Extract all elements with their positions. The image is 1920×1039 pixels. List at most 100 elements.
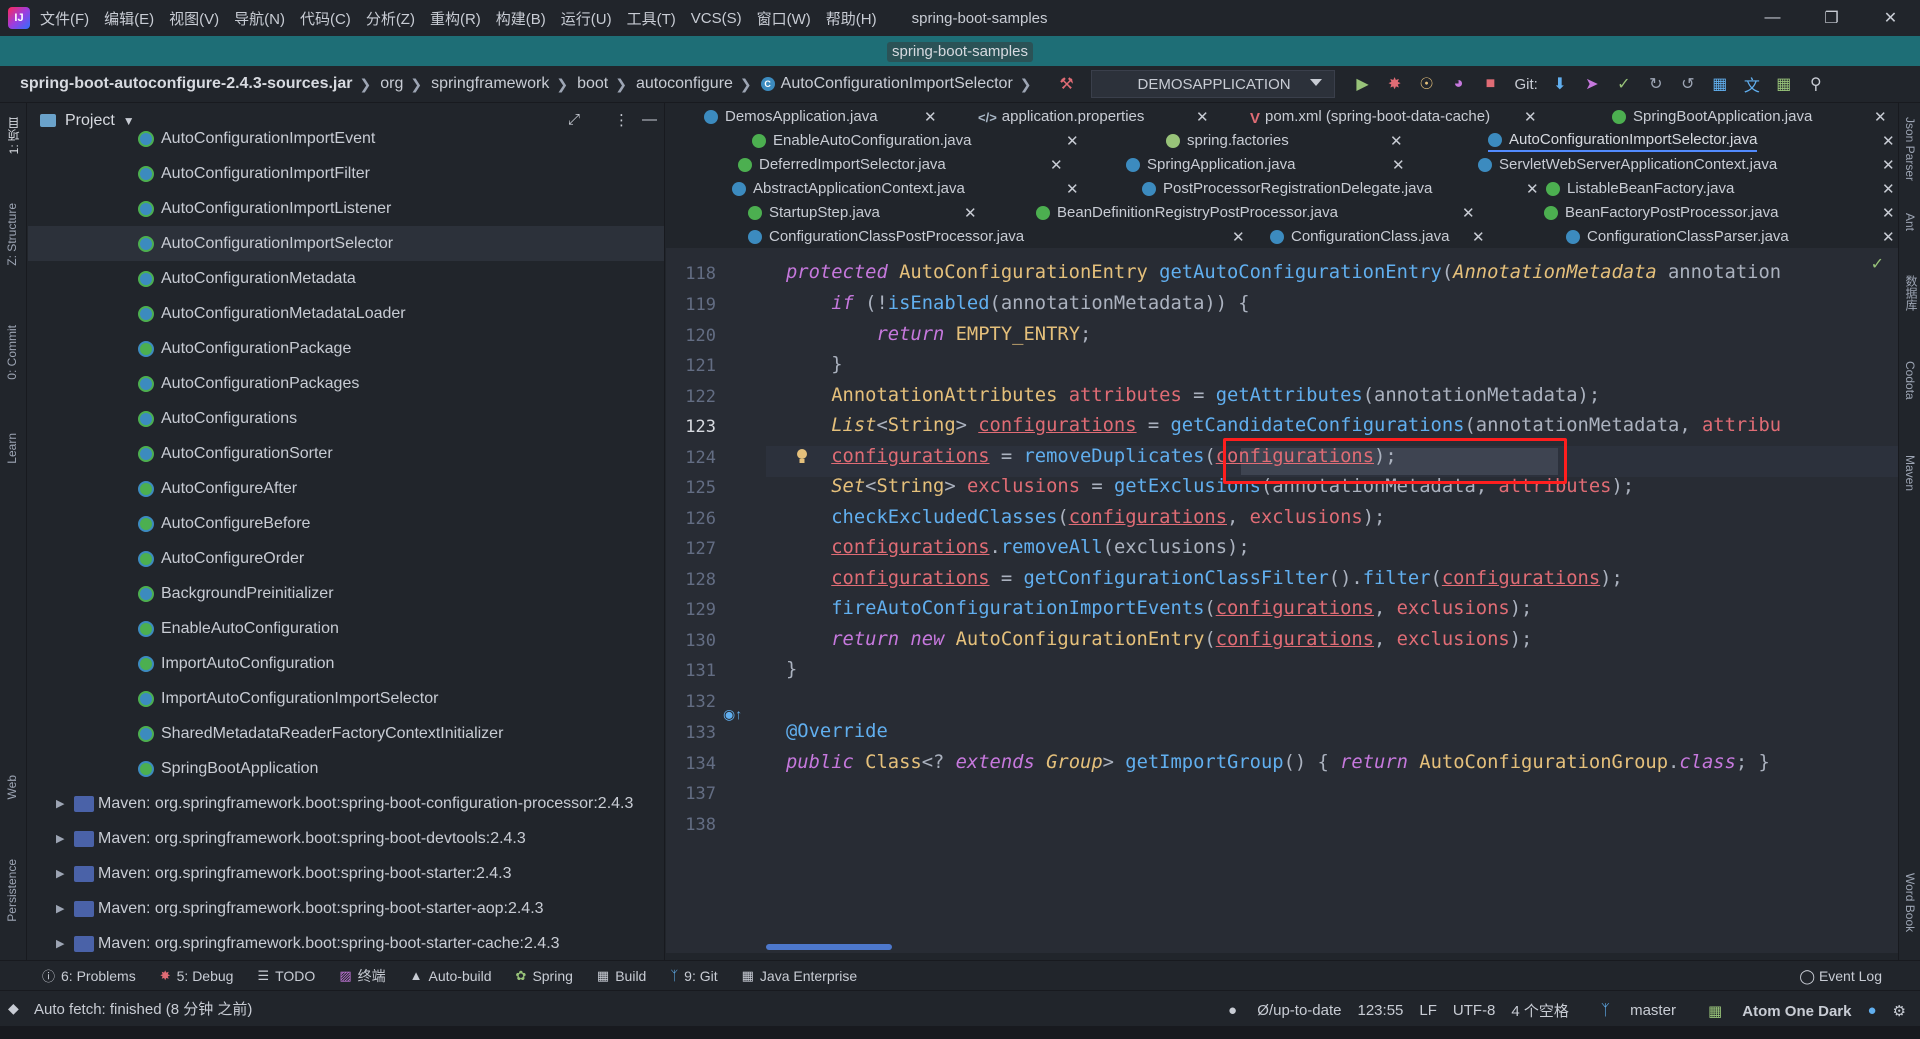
tree-item-class[interactable]: ImportAutoConfiguration bbox=[28, 646, 664, 681]
editor-tab[interactable]: ListableBeanFactory.java bbox=[1546, 177, 1734, 200]
editor-tab[interactable]: Vpom.xml (spring-boot-data-cache) bbox=[1250, 105, 1490, 128]
tool-java-enterprise[interactable]: ▦ Java Enterprise bbox=[742, 968, 858, 984]
breadcrumb-springframework[interactable]: springframework bbox=[431, 75, 549, 93]
history-icon[interactable]: ↻ bbox=[1646, 74, 1666, 94]
tool-structure[interactable]: Z: Structure bbox=[5, 203, 19, 266]
tool-project[interactable]: 1: 项目 bbox=[5, 117, 22, 154]
tool-codota[interactable]: Codota bbox=[1903, 361, 1917, 400]
menu-refactor[interactable]: 重构(R) bbox=[430, 8, 481, 29]
tree-item-class[interactable]: SharedMetadataReaderFactoryContextInitia… bbox=[28, 716, 664, 751]
menu-code[interactable]: 代码(C) bbox=[300, 8, 351, 29]
search-icon[interactable]: ⚲ bbox=[1806, 74, 1826, 94]
tree-item-class[interactable]: AutoConfigurationPackage bbox=[28, 331, 664, 366]
editor-tab[interactable]: AutoConfigurationImportSelector.java bbox=[1488, 129, 1758, 152]
tab-close-icon[interactable]: ✕ bbox=[1882, 177, 1895, 200]
editor-tab[interactable]: ServletWebServerApplicationContext.java bbox=[1478, 153, 1777, 176]
intellij-logo-icon[interactable]: IJ bbox=[8, 7, 30, 29]
tab-close-icon[interactable]: ✕ bbox=[924, 105, 937, 128]
tree-item-class[interactable]: AutoConfigurationMetadataLoader bbox=[28, 296, 664, 331]
status-toggle-icon[interactable]: ◆ bbox=[8, 1000, 19, 1017]
vcs-status[interactable]: ● Ø/up-to-date bbox=[1212, 1002, 1341, 1019]
menu-help[interactable]: 帮助(H) bbox=[826, 8, 877, 29]
minimize-icon[interactable]: — bbox=[1743, 0, 1802, 36]
menu-view[interactable]: 视图(V) bbox=[169, 8, 219, 29]
editor-tab[interactable]: ConfigurationClassParser.java bbox=[1566, 225, 1789, 248]
tab-close-icon[interactable]: ✕ bbox=[1390, 129, 1403, 152]
tree-item-class[interactable]: AutoConfigurationMetadata bbox=[28, 261, 664, 296]
restore-icon[interactable]: ❐ bbox=[1802, 0, 1861, 36]
file-encoding[interactable]: UTF-8 bbox=[1453, 1002, 1496, 1019]
caret-position[interactable]: 123:55 bbox=[1358, 1002, 1404, 1019]
tab-close-icon[interactable]: ✕ bbox=[1874, 105, 1887, 128]
tool-word-book[interactable]: Word Book bbox=[1903, 873, 1917, 932]
tab-close-icon[interactable]: ✕ bbox=[1882, 153, 1895, 176]
tree-item-class[interactable]: AutoConfigureAfter bbox=[28, 471, 664, 506]
tree-item-class[interactable]: AutoConfigureBefore bbox=[28, 506, 664, 541]
editor-tab[interactable]: ConfigurationClass.java bbox=[1270, 225, 1449, 248]
git-commit-icon[interactable]: ✓ bbox=[1614, 74, 1634, 94]
tree-item-class[interactable]: AutoConfigurations bbox=[28, 401, 664, 436]
chevron-right-icon[interactable]: ▶ bbox=[56, 902, 64, 915]
editor-tab[interactable]: ConfigurationClassPostProcessor.java bbox=[748, 225, 1024, 248]
tab-close-icon[interactable]: ✕ bbox=[1066, 129, 1079, 152]
tool-problems[interactable]: ⓘ 6: Problems bbox=[42, 966, 136, 985]
breadcrumb-org[interactable]: org bbox=[380, 75, 403, 93]
tool-ant[interactable]: Ant bbox=[1903, 213, 1917, 231]
tab-close-icon[interactable]: ✕ bbox=[1524, 105, 1537, 128]
close-icon[interactable]: ✕ bbox=[1861, 0, 1920, 36]
breadcrumb-autoconfigure[interactable]: autoconfigure bbox=[636, 75, 733, 93]
tree-item-library[interactable]: ▶ Maven: org.springframework.boot:spring-… bbox=[28, 926, 664, 961]
tree-item-class[interactable]: AutoConfigurationImportListener bbox=[28, 191, 664, 226]
editor-tab[interactable]: EnableAutoConfiguration.java bbox=[752, 129, 971, 152]
tool-build[interactable]: ▦ Build bbox=[597, 968, 646, 984]
override-gutter-icon[interactable]: ◉↑ bbox=[723, 706, 742, 723]
stop-icon[interactable]: ■ bbox=[1481, 74, 1501, 94]
tree-item-library[interactable]: ▶ Maven: org.springframework.boot:spring-… bbox=[28, 821, 664, 856]
tool-todo[interactable]: ☰ TODO bbox=[257, 968, 315, 984]
tab-close-icon[interactable]: ✕ bbox=[1882, 225, 1895, 248]
tree-item-class[interactable]: AutoConfigurationImportFilter bbox=[28, 156, 664, 191]
tree-item-class[interactable]: AutoConfigureOrder bbox=[28, 541, 664, 576]
status-message[interactable]: Auto fetch: finished (8 分钟 之前) bbox=[34, 998, 252, 1019]
tool-persistence[interactable]: Persistence bbox=[5, 859, 19, 922]
tool-event-log[interactable]: ◯ Event Log bbox=[1799, 968, 1882, 985]
tab-close-icon[interactable]: ✕ bbox=[1196, 105, 1209, 128]
tool-debug[interactable]: ✸ 5: Debug bbox=[160, 968, 234, 984]
editor-tab[interactable]: spring.factories bbox=[1166, 129, 1289, 152]
tree-item-class[interactable]: AutoConfigurationPackages bbox=[28, 366, 664, 401]
menu-build[interactable]: 构建(B) bbox=[496, 8, 546, 29]
menu-edit[interactable]: 编辑(E) bbox=[104, 8, 154, 29]
run-configuration-select[interactable]: DEMOSAPPLICATION bbox=[1090, 70, 1335, 98]
tool-web[interactable]: Web bbox=[5, 775, 19, 799]
chevron-right-icon[interactable]: ▶ bbox=[56, 832, 64, 845]
tab-close-icon[interactable]: ✕ bbox=[1882, 201, 1895, 224]
hammer-icon[interactable]: ⚒ bbox=[1057, 74, 1077, 94]
tool-maven[interactable]: Maven bbox=[1903, 455, 1917, 491]
editor-tab[interactable]: BeanFactoryPostProcessor.java bbox=[1544, 201, 1778, 224]
git-update-icon[interactable]: ⬇ bbox=[1550, 74, 1570, 94]
menu-run[interactable]: 运行(U) bbox=[561, 8, 612, 29]
tree-item-class[interactable]: AutoConfigurationImportSelector bbox=[28, 226, 664, 261]
line-separator[interactable]: LF bbox=[1419, 1002, 1437, 1019]
tab-close-icon[interactable]: ✕ bbox=[1392, 153, 1405, 176]
breadcrumb-boot[interactable]: boot bbox=[577, 75, 608, 93]
menu-window[interactable]: 窗口(W) bbox=[757, 8, 811, 29]
translate-icon[interactable]: 文 bbox=[1742, 74, 1762, 95]
chevron-right-icon[interactable]: ▶ bbox=[56, 937, 64, 950]
tree-item-library[interactable]: ▶ Maven: org.springframework.boot:spring-… bbox=[28, 891, 664, 926]
menu-navigate[interactable]: 导航(N) bbox=[234, 8, 285, 29]
editor-tab[interactable]: BeanDefinitionRegistryPostProcessor.java bbox=[1036, 201, 1338, 224]
editor-tab[interactable]: StartupStep.java bbox=[748, 201, 880, 224]
tree-item-library[interactable]: ▶ Maven: org.springframework.boot:spring-… bbox=[28, 856, 664, 891]
inspection-ok-icon[interactable]: ✓ bbox=[1871, 254, 1884, 274]
tool-json-parser[interactable]: Json Parser bbox=[1903, 117, 1917, 181]
notification-icon[interactable]: ● bbox=[1867, 1002, 1876, 1019]
horizontal-scrollbar[interactable] bbox=[766, 944, 892, 950]
tab-close-icon[interactable]: ✕ bbox=[1050, 153, 1063, 176]
tool-auto-build[interactable]: ▲ Auto-build bbox=[410, 968, 492, 984]
editor-tab[interactable]: SpringApplication.java bbox=[1126, 153, 1295, 176]
menu-analyze[interactable]: 分析(Z) bbox=[366, 8, 415, 29]
coverage-icon[interactable]: ☉ bbox=[1417, 74, 1437, 94]
chevron-right-icon[interactable]: ▶ bbox=[56, 797, 64, 810]
chevron-right-icon[interactable]: ▶ bbox=[56, 867, 64, 880]
